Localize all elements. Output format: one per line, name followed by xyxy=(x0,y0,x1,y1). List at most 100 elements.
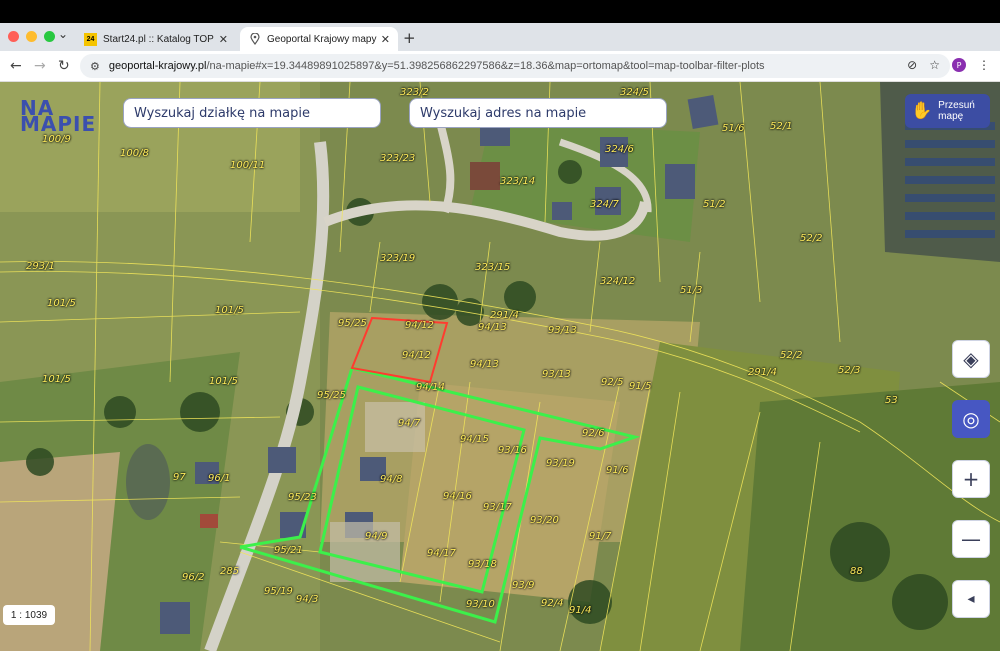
plot-label: 97 xyxy=(173,472,186,483)
plot-label: 51/6 xyxy=(722,123,745,134)
tracking-eye-icon[interactable]: ⊘ xyxy=(907,58,917,72)
search-address-input[interactable]: Wyszukaj adres na mapie xyxy=(409,98,667,128)
tab-title: Start24.pl :: Katalog TOP 500 xyxy=(103,33,215,45)
plot-label: 93/13 xyxy=(548,325,577,336)
plot-label: 51/2 xyxy=(703,199,726,210)
pan-label-line1: Przesuń xyxy=(938,100,975,111)
maximize-window-button[interactable] xyxy=(44,31,55,42)
site-settings-icon[interactable]: ⚙ xyxy=(90,60,100,73)
toolbar-right: ⊘ ☆ P ⋮ xyxy=(907,58,990,72)
plot-label: 291/4 xyxy=(490,310,519,321)
plot-label: 101/5 xyxy=(209,376,238,387)
plot-label: 53 xyxy=(885,395,898,406)
plot-label: 91/7 xyxy=(589,531,612,542)
plot-label: 92/4 xyxy=(541,598,564,609)
plot-label: 91/5 xyxy=(629,381,652,392)
zoom-out-button[interactable]: — xyxy=(952,520,990,558)
plot-label: 51/3 xyxy=(680,285,703,296)
collapse-panel-button[interactable]: ◂ xyxy=(952,580,990,618)
plot-label: 93/19 xyxy=(546,458,575,469)
plot-label: 100/8 xyxy=(120,148,149,159)
plot-label: 323/23 xyxy=(380,153,416,164)
plot-label: 88 xyxy=(850,566,863,577)
profile-avatar[interactable]: P xyxy=(952,58,966,72)
os-menu-bar xyxy=(0,0,1000,23)
plot-label: 323/2 xyxy=(400,87,429,98)
url-field[interactable]: ⚙ geoportal-krajowy.pl /na-mapie#x=19.34… xyxy=(80,54,950,78)
plot-label: 323/14 xyxy=(500,176,536,187)
chevron-left-icon: ◂ xyxy=(967,591,975,607)
close-tab-icon[interactable]: ✕ xyxy=(381,33,390,46)
url-host: geoportal-krajowy.pl xyxy=(108,60,207,72)
plot-label: 101/5 xyxy=(42,374,71,385)
plot-label: 324/5 xyxy=(620,87,649,98)
plot-label: 94/17 xyxy=(427,548,456,559)
plot-label: 52/2 xyxy=(780,350,803,361)
search-plot-input[interactable]: Wyszukaj działkę na mapie xyxy=(123,98,381,128)
new-tab-button[interactable]: + xyxy=(403,29,416,47)
tab-geoportal[interactable]: Geoportal Krajowy mapy i info ✕ xyxy=(240,27,398,51)
plot-label: 324/6 xyxy=(605,144,634,155)
plot-label: 92/6 xyxy=(582,428,605,439)
plot-label: 95/21 xyxy=(274,545,303,556)
reload-button[interactable]: ↻ xyxy=(58,58,70,74)
plot-label: 94/15 xyxy=(460,434,489,445)
plot-label: 93/17 xyxy=(483,502,512,513)
layers-button[interactable]: ◈ xyxy=(952,340,990,378)
plot-label: 52/2 xyxy=(800,233,823,244)
plot-label: 93/20 xyxy=(530,515,559,526)
plot-label: 96/1 xyxy=(208,473,231,484)
plot-label: 91/4 xyxy=(569,605,592,616)
plot-label: 91/6 xyxy=(606,465,629,476)
start24-favicon-icon: 24 xyxy=(84,32,97,46)
search-address-placeholder: Wyszukaj adres na mapie xyxy=(420,105,587,121)
forward-button[interactable]: → xyxy=(34,58,46,74)
plot-label: 93/18 xyxy=(468,559,497,570)
plot-label: 94/14 xyxy=(416,382,445,393)
plot-label: 52/3 xyxy=(838,365,861,376)
plot-label: 324/7 xyxy=(590,199,619,210)
plot-label: 94/12 xyxy=(405,320,434,331)
bookmark-star-icon[interactable]: ☆ xyxy=(929,58,940,72)
plot-label: 94/3 xyxy=(296,594,319,605)
plot-label: 95/23 xyxy=(288,492,317,503)
tab-strip: ⌄ 24 Start24.pl :: Katalog TOP 500 ✕ Geo… xyxy=(0,23,1000,51)
locate-button[interactable]: ◎ xyxy=(952,400,990,438)
map-canvas[interactable]: 323/2 324/5 100/9 100/8 100/11 323/23 32… xyxy=(0,82,1000,651)
close-window-button[interactable] xyxy=(8,31,19,42)
search-plot-placeholder: Wyszukaj działkę na mapie xyxy=(134,105,311,121)
close-tab-icon[interactable]: ✕ xyxy=(219,33,228,46)
plot-label: 291/4 xyxy=(748,367,777,378)
na-mapie-logo[interactable]: NA MAPIE xyxy=(20,98,97,136)
plot-label: 324/12 xyxy=(600,276,636,287)
tab-start24[interactable]: 24 Start24.pl :: Katalog TOP 500 ✕ xyxy=(76,27,236,51)
plot-label: 93/10 xyxy=(466,599,495,610)
plot-label: 94/12 xyxy=(402,350,431,361)
window-controls xyxy=(8,31,55,42)
browser-menu-icon[interactable]: ⋮ xyxy=(978,58,990,72)
back-button[interactable]: ← xyxy=(10,58,22,74)
plot-label: 101/5 xyxy=(215,305,244,316)
zoom-in-button[interactable]: + xyxy=(952,460,990,498)
plot-label: 95/25 xyxy=(338,318,367,329)
tab-search-chevron-icon[interactable]: ⌄ xyxy=(58,27,68,41)
plot-label: 52/1 xyxy=(770,121,793,132)
plot-label: 323/19 xyxy=(380,253,416,264)
address-bar: ← → ↻ ⚙ geoportal-krajowy.pl /na-mapie#x… xyxy=(0,51,1000,82)
location-pin-favicon-icon xyxy=(248,33,261,46)
logo-bottom: MAPIE xyxy=(20,112,97,136)
minimize-window-button[interactable] xyxy=(26,31,37,42)
pan-map-button[interactable]: ✋ Przesuń mapę xyxy=(905,94,990,128)
plot-label: 95/25 xyxy=(317,390,346,401)
plot-label: 96/2 xyxy=(182,572,205,583)
plot-label: 285 xyxy=(220,566,240,577)
plus-icon: + xyxy=(962,467,980,491)
plot-label: 92/5 xyxy=(601,377,624,388)
tab-title: Geoportal Krajowy mapy i info xyxy=(267,33,377,45)
plot-label: 94/9 xyxy=(365,531,388,542)
plot-label: 293/1 xyxy=(26,261,55,272)
pan-label-line2: mapę xyxy=(938,111,964,122)
plot-label: 93/13 xyxy=(542,369,571,380)
plot-label: 94/13 xyxy=(470,359,499,370)
plot-label: 93/9 xyxy=(512,580,535,591)
